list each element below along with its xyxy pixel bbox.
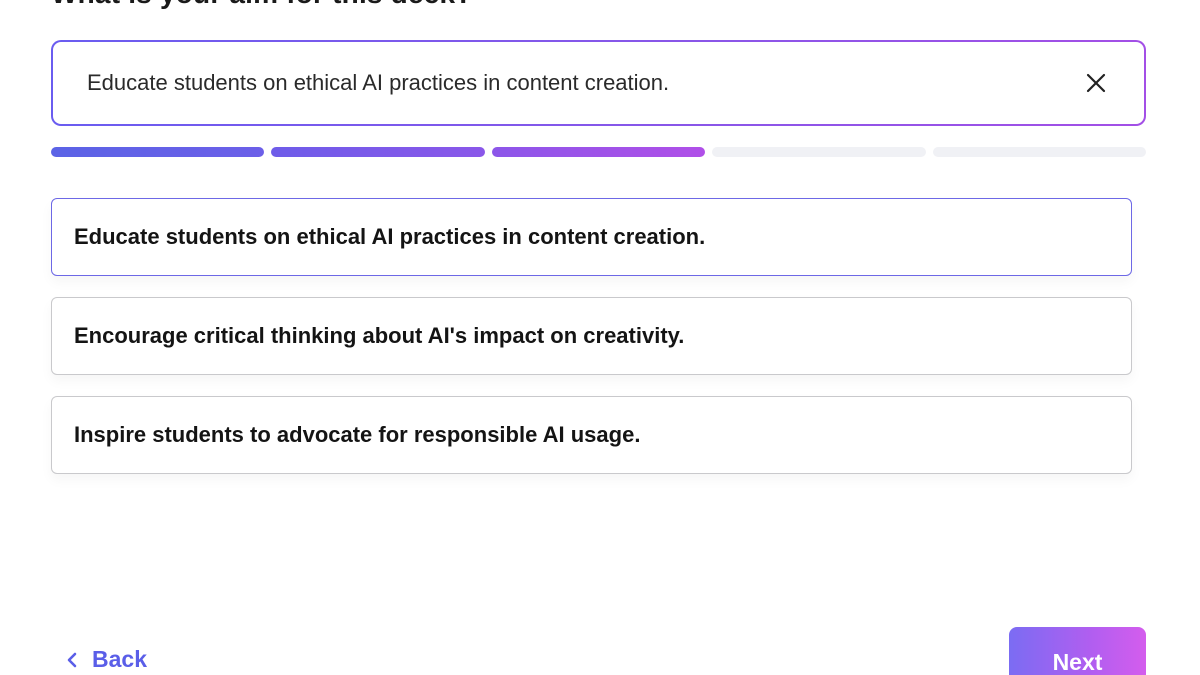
aim-input-inner — [53, 42, 1144, 124]
next-button[interactable]: Next — [1009, 627, 1146, 675]
suggestion-option-3[interactable]: Inspire students to advocate for respons… — [51, 396, 1132, 474]
chevron-left-icon — [67, 652, 77, 667]
close-icon — [1086, 73, 1106, 93]
progress-segment-3 — [491, 147, 706, 157]
progress-segment-1 — [51, 147, 265, 157]
back-button[interactable]: Back — [66, 646, 147, 673]
suggestion-list: Educate students on ethical AI practices… — [51, 198, 1132, 495]
aim-input-container — [51, 40, 1146, 126]
suggestion-option-1[interactable]: Educate students on ethical AI practices… — [51, 198, 1132, 276]
step-progress-bar — [51, 147, 1147, 157]
progress-segment-2 — [271, 147, 485, 157]
back-label: Back — [92, 646, 147, 672]
next-label: Next — [1052, 649, 1103, 675]
suggestion-label: Inspire students to advocate for respons… — [74, 422, 641, 447]
suggestion-label: Encourage critical thinking about AI's i… — [74, 323, 685, 348]
aim-input[interactable] — [87, 70, 1080, 96]
progress-segment-5 — [932, 147, 1147, 157]
progress-segment-4 — [712, 147, 926, 157]
deck-aim-step: What is your aim for this deck? Educate … — [0, 0, 1200, 675]
question-title: What is your aim for this deck? — [51, 0, 473, 10]
suggestion-option-2[interactable]: Encourage critical thinking about AI's i… — [51, 297, 1132, 375]
clear-input-button[interactable] — [1080, 67, 1112, 99]
suggestion-label: Educate students on ethical AI practices… — [74, 224, 706, 249]
